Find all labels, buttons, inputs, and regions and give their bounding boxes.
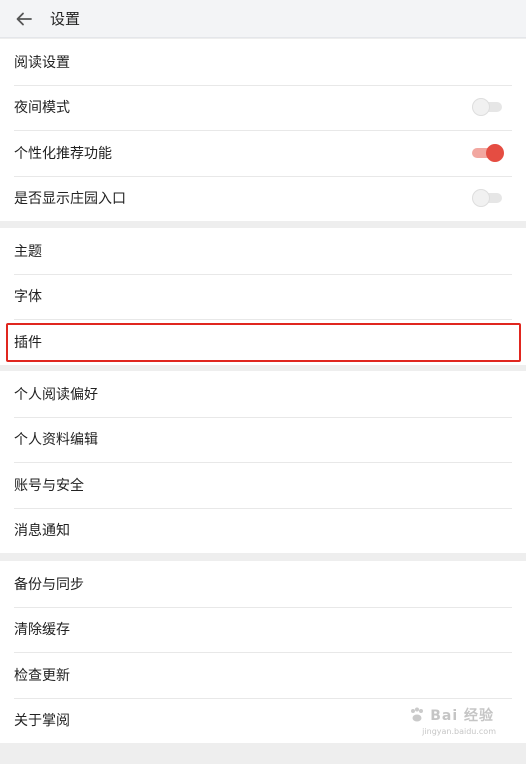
setting-label: 清除缓存 [14,622,70,639]
setting-label: 个人阅读偏好 [14,386,98,403]
setting-reading-preference[interactable]: 个人阅读偏好 [0,371,526,417]
page-title: 设置 [50,10,81,28]
recommendation-toggle[interactable] [472,143,504,162]
settings-screen: 设置 阅读设置 夜间模式 个性化推荐功能 是否显示庄园入口 主题 字体 插件 个… [0,0,526,764]
setting-label: 夜间模式 [14,100,70,117]
settings-group-account: 个人阅读偏好 个人资料编辑 账号与安全 消息通知 [0,371,526,553]
setting-label: 个性化推荐功能 [14,145,112,162]
setting-label: 插件 [14,334,42,351]
setting-label: 是否显示庄园入口 [14,191,126,208]
setting-plugins[interactable]: 插件 [0,319,526,365]
watermark: Bai 经验 jingyan.baidu.com [408,705,496,736]
setting-clear-cache[interactable]: 清除缓存 [0,606,526,653]
toggle-knob [472,98,490,117]
watermark-text: Bai 经验 [430,708,494,724]
setting-reading[interactable]: 阅读设置 [0,39,526,85]
setting-personalized-recommendation[interactable]: 个性化推荐功能 [0,130,526,176]
setting-label: 字体 [14,289,42,306]
back-button[interactable] [0,0,48,38]
setting-label: 关于掌阅 [14,713,70,730]
setting-label: 检查更新 [14,667,70,684]
setting-label: 主题 [14,243,42,260]
setting-font[interactable]: 字体 [0,273,526,320]
setting-label: 账号与安全 [14,477,84,494]
setting-label: 个人资料编辑 [14,432,98,449]
paw-icon [411,707,424,722]
setting-label: 备份与同步 [14,576,84,593]
setting-check-update[interactable]: 检查更新 [0,652,526,698]
settings-group-general: 阅读设置 夜间模式 个性化推荐功能 是否显示庄园入口 [0,39,526,221]
back-arrow-icon [16,12,32,25]
setting-theme[interactable]: 主题 [0,228,526,274]
setting-label: 消息通知 [14,523,70,540]
settings-group-appearance: 主题 字体 插件 [0,228,526,365]
setting-backup-sync[interactable]: 备份与同步 [0,561,526,607]
setting-account-security[interactable]: 账号与安全 [0,462,526,508]
night-mode-toggle[interactable] [472,98,502,117]
setting-notifications[interactable]: 消息通知 [0,507,526,554]
setting-label: 阅读设置 [14,54,70,71]
setting-night-mode[interactable]: 夜间模式 [0,84,526,131]
toggle-knob [472,189,490,208]
toggle-knob [486,143,504,162]
watermark-subtext: jingyan.baidu.com [422,727,496,736]
setting-show-manor-entry[interactable]: 是否显示庄园入口 [0,175,526,222]
setting-profile-edit[interactable]: 个人资料编辑 [0,416,526,463]
top-bar: 设置 [0,0,526,38]
manor-entry-toggle[interactable] [472,189,502,208]
